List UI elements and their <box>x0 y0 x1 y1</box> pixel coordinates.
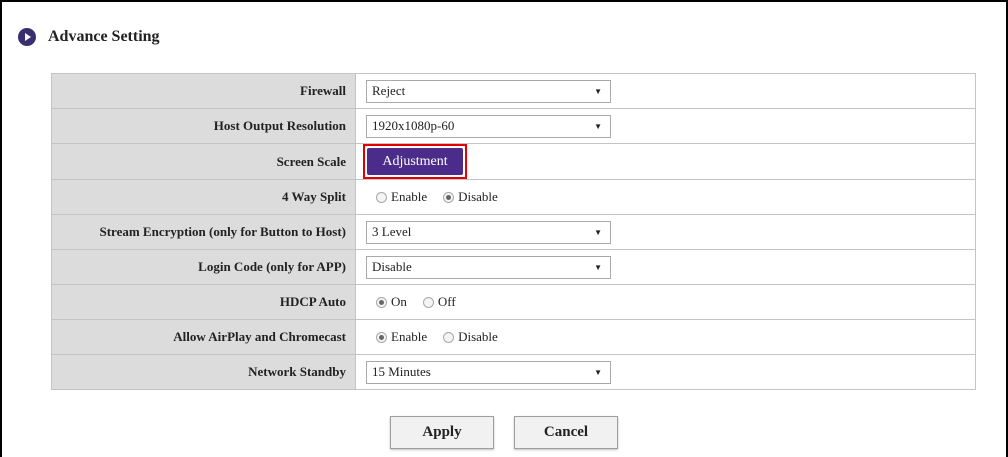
radio-button-checked[interactable] <box>376 331 387 343</box>
page-title: Advance Setting <box>48 28 160 45</box>
hdcp-auto-radio-group: On Off <box>366 294 975 310</box>
setting-label: Stream Encryption (only for Button to Ho… <box>51 214 356 250</box>
setting-label: 4 Way Split <box>51 179 356 215</box>
apply-button[interactable]: Apply <box>390 416 494 449</box>
setting-row-network-standby: Network Standby 15 Minutes ▼ <box>51 354 976 390</box>
setting-row-stream-encryption: Stream Encryption (only for Button to Ho… <box>51 214 976 250</box>
host-output-resolution-select[interactable]: 1920x1080p-60 ▼ <box>366 114 611 138</box>
stream-encryption-select[interactable]: 3 Level ▼ <box>366 220 611 244</box>
radio-button[interactable] <box>443 331 455 343</box>
radio-option-disable[interactable]: Disable <box>443 329 498 345</box>
select-value: Reject <box>372 83 406 98</box>
select-value: 1920x1080p-60 <box>372 118 455 133</box>
login-code-select[interactable]: Disable ▼ <box>366 255 611 279</box>
setting-row-airplay-chromecast: Allow AirPlay and Chromecast Enable Disa… <box>51 319 976 355</box>
radio-button[interactable] <box>422 296 434 308</box>
select-value: 15 Minutes <box>372 364 431 379</box>
setting-label: Login Code (only for APP) <box>51 249 356 285</box>
cancel-button[interactable]: Cancel <box>514 416 618 449</box>
setting-label: Firewall <box>51 73 356 109</box>
section-header: Advance Setting <box>18 25 160 49</box>
select-value: Disable <box>372 259 412 274</box>
setting-row-host-output-resolution: Host Output Resolution 1920x1080p-60 ▼ <box>51 108 976 144</box>
setting-label: Network Standby <box>51 354 356 390</box>
setting-row-4-way-split: 4 Way Split Enable Disable <box>51 179 976 215</box>
firewall-select[interactable]: Reject ▼ <box>366 79 611 103</box>
play-circle-icon <box>18 28 36 46</box>
radio-label: Enable <box>391 189 428 204</box>
setting-label: HDCP Auto <box>51 284 356 320</box>
radio-label: On <box>391 294 407 309</box>
setting-label: Allow AirPlay and Chromecast <box>51 319 356 355</box>
dropdown-arrow-icon: ▼ <box>594 367 602 377</box>
setting-row-firewall: Firewall Reject ▼ <box>51 73 976 109</box>
radio-option-enable[interactable]: Enable <box>376 329 427 345</box>
setting-row-screen-scale: Screen Scale Adjustment <box>51 143 976 180</box>
radio-option-disable[interactable]: Disable <box>443 189 498 205</box>
dropdown-arrow-icon: ▼ <box>594 86 602 96</box>
highlight-box: Adjustment <box>363 144 467 179</box>
radio-option-on[interactable]: On <box>376 294 407 310</box>
radio-button[interactable] <box>376 191 387 203</box>
radio-button-checked[interactable] <box>443 191 455 203</box>
4-way-split-radio-group: Enable Disable <box>366 189 975 205</box>
setting-row-login-code: Login Code (only for APP) Disable ▼ <box>51 249 976 285</box>
setting-label: Host Output Resolution <box>51 108 356 144</box>
dropdown-arrow-icon: ▼ <box>594 227 602 237</box>
radio-label: Disable <box>458 329 498 344</box>
setting-row-hdcp-auto: HDCP Auto On Off <box>51 284 976 320</box>
radio-option-enable[interactable]: Enable <box>376 189 427 205</box>
dropdown-arrow-icon: ▼ <box>594 121 602 131</box>
radio-label: Enable <box>391 329 428 344</box>
dropdown-arrow-icon: ▼ <box>594 262 602 272</box>
adjustment-button[interactable]: Adjustment <box>367 148 463 175</box>
radio-label: Off <box>437 294 456 309</box>
airplay-chromecast-radio-group: Enable Disable <box>366 329 975 345</box>
network-standby-select[interactable]: 15 Minutes ▼ <box>366 360 611 384</box>
radio-label: Disable <box>458 189 498 204</box>
radio-option-off[interactable]: Off <box>422 294 456 310</box>
select-value: 3 Level <box>372 224 412 239</box>
radio-button-checked[interactable] <box>376 296 387 308</box>
form-actions: Apply Cancel <box>0 416 1008 449</box>
setting-label: Screen Scale <box>51 143 356 180</box>
settings-table: Firewall Reject ▼ Host Output Resolution… <box>51 73 976 390</box>
